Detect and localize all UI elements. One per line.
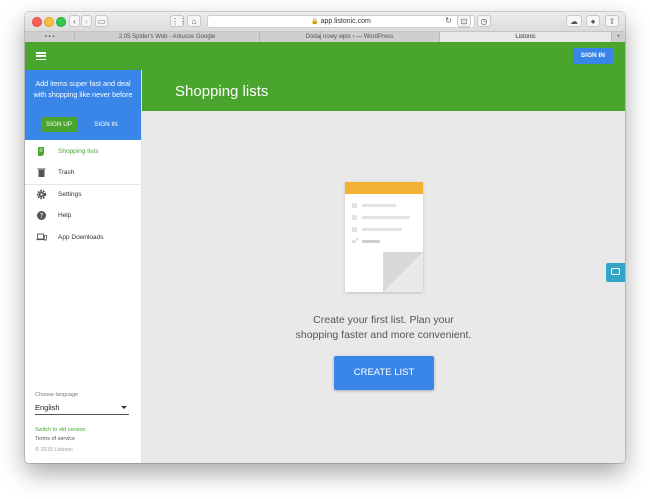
sidebar-item-label: Trash xyxy=(58,169,75,176)
trash-icon xyxy=(37,168,46,177)
line-shape xyxy=(362,240,380,243)
close-window-button[interactable] xyxy=(32,17,42,27)
sidebar-item-trash[interactable]: Trash xyxy=(25,162,141,183)
zoom-window-button[interactable] xyxy=(56,17,66,27)
list-sheet xyxy=(345,182,423,292)
sidebar-item-label: App Downloads xyxy=(58,234,104,241)
extension-icon[interactable]: ● xyxy=(586,15,600,27)
chevron-down-icon xyxy=(121,406,127,409)
promo-text: Add items super fast and deal with shopp… xyxy=(33,79,133,99)
lock-icon: 🔒 xyxy=(311,19,319,25)
gear-icon xyxy=(36,189,47,200)
signup-promo: Add items super fast and deal with shopp… xyxy=(25,70,141,140)
tab-wordpress[interactable]: Dodaj nowy wpis ‹ — WordPress xyxy=(260,32,440,42)
address-text: app.listonic.com xyxy=(320,18,371,25)
app-viewport: SIGN IN Add items super fast and deal wi… xyxy=(25,42,625,463)
forward-button[interactable]: › xyxy=(81,15,92,27)
new-tab-button[interactable]: + xyxy=(612,32,625,42)
reload-icon[interactable]: ↻ xyxy=(443,15,454,27)
share-icon[interactable]: ⇧ xyxy=(605,15,619,27)
tab-label: 2.05 Spider's Web - Arkusze Google xyxy=(118,34,216,40)
empty-message-line: Create your first list. Plan your xyxy=(313,314,454,326)
minimize-window-button[interactable] xyxy=(44,17,54,27)
checkbox-shape xyxy=(352,203,357,208)
language-label: Choose language xyxy=(35,392,79,398)
sheet-header-bar xyxy=(345,182,423,194)
cloud-icon[interactable]: ☁ xyxy=(566,15,582,27)
create-list-button[interactable]: CREATE LIST xyxy=(334,356,434,390)
checkmark-icon xyxy=(351,237,359,244)
sidebar-item-label: Help xyxy=(58,212,72,219)
page-title: Shopping lists xyxy=(175,83,269,100)
checkbox-shape xyxy=(352,227,357,232)
chat-icon xyxy=(611,268,620,275)
devices-icon xyxy=(36,233,47,241)
sidebar-item-app-downloads[interactable]: App Downloads xyxy=(25,227,141,248)
page-header: Shopping lists xyxy=(142,70,625,111)
sidebar-item-settings[interactable]: Settings xyxy=(25,184,141,205)
tab-listonic[interactable]: Listonic xyxy=(440,32,612,42)
browser-toolbar: ‹ › ▭ ⋮⋮ ⌂ 🔒 app.listonic.com ↻ ⊡ ◷ ☁ ● … xyxy=(25,12,625,32)
empty-list-illustration xyxy=(345,182,423,292)
svg-text:?: ? xyxy=(40,212,44,220)
menu-icon[interactable] xyxy=(36,52,46,61)
sidebar-item-label: Settings xyxy=(58,191,82,198)
language-value: English xyxy=(35,403,60,412)
sidebar-item-shopping-lists[interactable]: Shopping lists xyxy=(25,141,141,162)
language-select[interactable]: English xyxy=(35,402,129,415)
main-content: Create your first list. Plan your shoppi… xyxy=(142,111,625,463)
list-icon xyxy=(38,147,44,156)
app-topbar: SIGN IN xyxy=(25,42,625,70)
checkbox-shape xyxy=(352,215,357,220)
empty-message-line: shopping faster and more convenient. xyxy=(295,329,472,341)
tab-label: Dodaj nowy wpis ‹ — WordPress xyxy=(305,34,394,40)
browser-window: ‹ › ▭ ⋮⋮ ⌂ 🔒 app.listonic.com ↻ ⊡ ◷ ☁ ● … xyxy=(25,12,625,463)
line-shape xyxy=(362,216,410,219)
terms-link[interactable]: Terms of service xyxy=(35,436,75,442)
sidebar-toggle-icon[interactable]: ▭ xyxy=(95,15,108,27)
back-button[interactable]: ‹ xyxy=(69,15,80,27)
pinned-tabs[interactable]: ▪ ▪ ▪ xyxy=(25,32,75,42)
history-icon[interactable]: ◷ xyxy=(477,15,491,27)
empty-state-message: Create your first list. Plan your shoppi… xyxy=(142,313,625,343)
help-icon: ? xyxy=(37,211,46,220)
signin-button[interactable]: SIGN IN xyxy=(572,48,613,64)
signup-button[interactable]: SIGN UP xyxy=(41,117,77,132)
sidebar-signin-button[interactable]: SIGN IN xyxy=(88,117,124,132)
tab-google-sheets[interactable]: 2.05 Spider's Web - Arkusze Google xyxy=(75,32,260,42)
sidebar-item-label: Shopping lists xyxy=(58,148,99,155)
page-fold-shape xyxy=(383,252,423,292)
address-bar[interactable]: 🔒 app.listonic.com xyxy=(207,15,475,28)
home-icon[interactable]: ⌂ xyxy=(187,15,201,27)
sidebar: Add items super fast and deal with shopp… xyxy=(25,70,142,463)
old-version-link[interactable]: Switch to old version xyxy=(35,427,85,433)
reader-icon[interactable]: ⊡ xyxy=(457,15,471,27)
tab-label: Listonic xyxy=(515,34,536,40)
top-sites-icon[interactable]: ⋮⋮ xyxy=(170,15,187,27)
sidebar-item-help[interactable]: ? Help xyxy=(25,205,141,226)
line-shape xyxy=(362,204,396,207)
copyright-text: © 2015 Listonic xyxy=(35,447,73,453)
chat-widget-button[interactable] xyxy=(606,263,625,282)
line-shape xyxy=(362,228,402,231)
